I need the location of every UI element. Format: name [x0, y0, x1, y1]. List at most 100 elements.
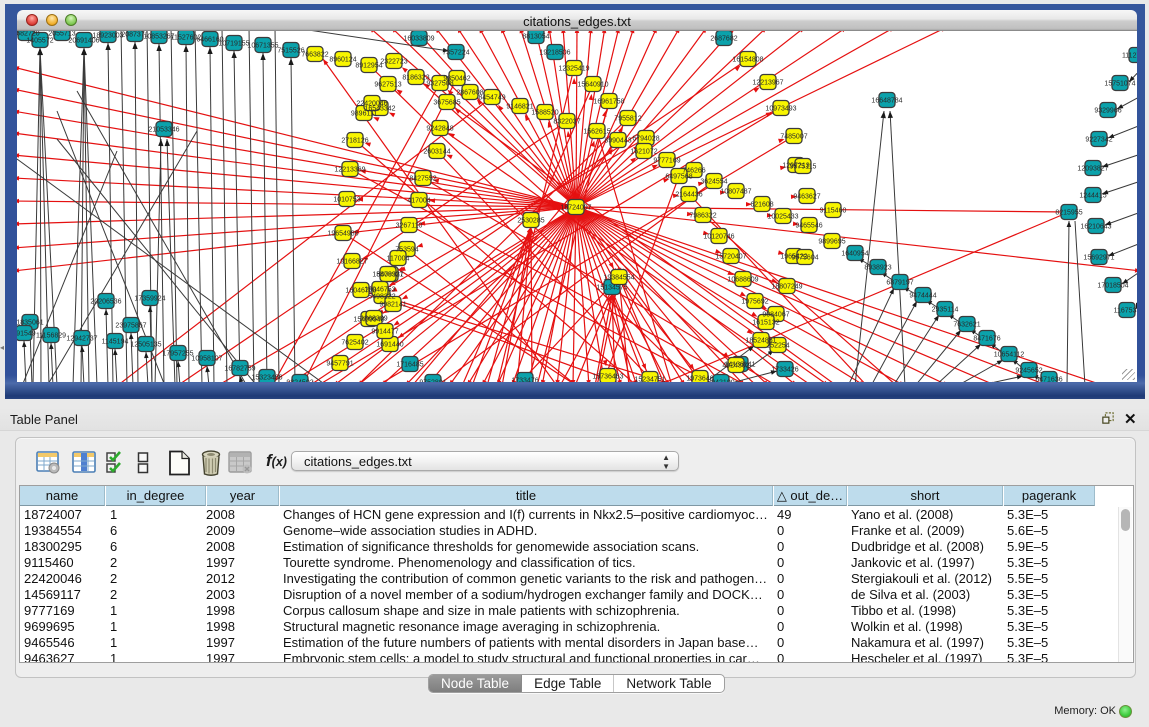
svg-text:8471636: 8471636	[1035, 377, 1062, 383]
svg-text:21053346: 21053346	[148, 127, 179, 134]
svg-text:391549: 391549	[17, 331, 36, 338]
svg-text:10807487: 10807487	[720, 189, 751, 196]
svg-text:1973646: 1973646	[686, 376, 713, 383]
svg-text:417004: 417004	[407, 198, 430, 205]
svg-text:20206536: 20206536	[90, 299, 121, 306]
svg-text:1244415: 1244415	[1079, 193, 1106, 200]
svg-text:11127453: 11127453	[1122, 53, 1137, 60]
svg-text:2603144: 2603144	[423, 149, 450, 156]
svg-text:8215955: 8215955	[1055, 210, 1082, 217]
svg-text:19166827: 19166827	[336, 259, 367, 266]
svg-text:7955812: 7955812	[614, 116, 641, 123]
svg-text:15751074: 15751074	[1104, 81, 1135, 88]
svg-text:753594: 753594	[395, 247, 418, 254]
svg-text:3675685: 3675685	[433, 100, 460, 107]
svg-text:10654112: 10654112	[994, 352, 1025, 359]
svg-text:1733476: 1733476	[511, 378, 538, 383]
svg-text:10973493: 10973493	[765, 106, 796, 113]
svg-text:2935114: 2935114	[932, 307, 959, 314]
svg-text:1691440: 1691440	[376, 342, 403, 349]
svg-text:12505135: 12505135	[130, 342, 161, 349]
svg-text:12942737: 12942737	[66, 336, 97, 343]
svg-text:9463627: 9463627	[793, 194, 820, 201]
svg-text:1405572: 1405572	[26, 38, 53, 45]
svg-text:3624554: 3624554	[700, 179, 727, 186]
svg-text:15234751: 15234751	[634, 377, 665, 383]
svg-text:7357224: 7357224	[442, 50, 469, 57]
svg-text:252254: 252254	[766, 343, 789, 350]
svg-text:8454749: 8454749	[478, 95, 505, 102]
svg-text:9115460: 9115460	[820, 208, 847, 215]
svg-text:9899695: 9899695	[818, 239, 845, 246]
svg-text:16782759: 16782759	[224, 366, 255, 373]
svg-text:9242848: 9242848	[426, 126, 453, 133]
svg-text:8912954: 8912954	[355, 63, 382, 70]
svg-text:1588520: 1588520	[531, 110, 558, 117]
svg-text:12213369: 12213369	[334, 167, 365, 174]
svg-text:8322037: 8322037	[553, 119, 580, 126]
svg-text:9146821: 9146821	[506, 104, 533, 111]
svg-text:16961758: 16961758	[593, 99, 624, 106]
svg-text:18724007: 18724007	[560, 205, 591, 212]
svg-text:8960124: 8960124	[329, 57, 356, 64]
svg-text:621608: 621608	[750, 202, 773, 209]
svg-text:8938923: 8938923	[864, 265, 891, 272]
svg-text:1621072: 1621072	[630, 149, 657, 156]
svg-text:5498222: 5498222	[368, 294, 395, 301]
svg-text:15134575: 15134575	[596, 285, 627, 292]
svg-text:12325419: 12325419	[558, 66, 589, 73]
svg-text:17359924: 17359924	[134, 296, 165, 303]
svg-text:1868309: 1868309	[360, 316, 387, 323]
svg-text:9227342: 9227342	[1085, 137, 1112, 144]
svg-text:9575115: 9575115	[790, 164, 817, 171]
svg-text:10025433: 10025433	[767, 214, 798, 221]
svg-text:9982141: 9982141	[379, 302, 406, 309]
svg-text:10958107: 10958107	[191, 356, 222, 363]
svg-text:6497568: 6497568	[665, 174, 692, 181]
svg-text:8990443: 8990443	[604, 138, 631, 145]
svg-text:1733426: 1733426	[771, 367, 798, 374]
svg-text:6794028: 6794028	[632, 136, 659, 143]
svg-text:9896111: 9896111	[351, 111, 377, 118]
svg-text:16154808: 16154808	[732, 57, 763, 64]
svg-text:7485007: 7485007	[780, 134, 807, 141]
svg-text:12213967: 12213967	[752, 80, 783, 87]
svg-text:9245652: 9245652	[1015, 368, 1042, 375]
svg-text:9752801: 9752801	[419, 380, 446, 383]
svg-text:16046753: 16046753	[364, 287, 395, 294]
svg-text:11156829: 11156829	[36, 333, 66, 340]
svg-text:17957255: 17957255	[162, 351, 193, 358]
svg-text:2687682: 2687682	[710, 36, 737, 43]
svg-text:9474444: 9474444	[909, 293, 936, 300]
svg-text:15409927: 15409927	[372, 272, 403, 279]
svg-text:3267110: 3267110	[396, 223, 423, 230]
svg-text:16033809: 16033809	[403, 36, 434, 43]
svg-text:10688609: 10688609	[727, 277, 758, 284]
svg-text:12093827: 12093827	[1077, 166, 1108, 173]
svg-text:1975692: 1975692	[741, 299, 768, 306]
svg-text:1010753: 1010753	[333, 197, 360, 204]
svg-text:8427552: 8427552	[409, 176, 436, 183]
svg-text:17018504: 17018504	[1097, 283, 1128, 290]
svg-text:10719155: 10719155	[218, 41, 249, 48]
svg-text:16210643: 16210643	[1080, 224, 1111, 231]
svg-text:1145194: 1145194	[102, 339, 129, 346]
svg-text:9084067: 9084067	[762, 312, 789, 319]
svg-text:6879197: 6879197	[886, 280, 913, 287]
svg-text:15720407: 15720407	[715, 254, 746, 261]
svg-text:19654986: 19654986	[327, 231, 358, 238]
svg-text:1640954: 1640954	[841, 251, 868, 258]
svg-text:2530285: 2530285	[517, 218, 544, 225]
svg-text:2164436: 2164436	[675, 192, 702, 199]
svg-text:1716485: 1716485	[396, 362, 423, 369]
svg-text:2718126: 2718126	[341, 138, 368, 145]
svg-text:4924302: 4924302	[722, 363, 749, 370]
svg-text:7663822: 7663822	[301, 52, 328, 59]
svg-text:23975867: 23975867	[115, 323, 146, 330]
svg-text:1167533: 1167533	[1114, 308, 1137, 315]
svg-text:15640910: 15640910	[577, 82, 608, 89]
svg-text:9777169: 9777169	[653, 158, 680, 165]
svg-text:19218506: 19218506	[539, 50, 570, 57]
svg-text:9914477: 9914477	[371, 329, 398, 336]
svg-text:9350462: 9350462	[443, 76, 470, 83]
